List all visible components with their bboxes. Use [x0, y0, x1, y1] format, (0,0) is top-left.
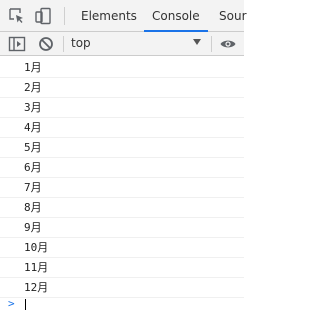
devtools-tab-bar: Elements Console Sour: [0, 0, 247, 32]
console-prompt[interactable]: >: [0, 297, 244, 310]
chevron-down-icon[interactable]: [193, 39, 201, 45]
console-input[interactable]: [22, 297, 232, 310]
inspect-element-icon[interactable]: [8, 7, 26, 25]
tab-sources[interactable]: Sour: [219, 0, 247, 31]
console-log: 1月 2月 3月 4月 5月 6月 7月 8月 9月 10月 11月 12月: [0, 58, 244, 298]
log-message: 4月: [0, 118, 244, 138]
toolbar-separator: [211, 36, 212, 52]
log-message: 7月: [0, 178, 244, 198]
devtools-panel: Elements Console Sour top 1月 2月 3月 4月 5月…: [0, 0, 247, 310]
log-message: 9月: [0, 218, 244, 238]
live-expression-eye-icon[interactable]: [219, 35, 237, 53]
tab-elements[interactable]: Elements: [81, 0, 137, 31]
prompt-chevron-icon: >: [8, 297, 15, 310]
log-message: 12月: [0, 278, 244, 298]
device-toolbar-icon[interactable]: [34, 7, 52, 25]
log-message: 11月: [0, 258, 244, 278]
text-caret: [25, 299, 26, 310]
console-toolbar: top: [0, 32, 244, 56]
clear-console-icon[interactable]: [37, 35, 55, 53]
log-message: 3月: [0, 98, 244, 118]
log-message: 6月: [0, 158, 244, 178]
log-message: 5月: [0, 138, 244, 158]
console-sidebar-icon[interactable]: [8, 35, 26, 53]
context-selector[interactable]: top: [71, 32, 207, 55]
log-message: 8月: [0, 198, 244, 218]
tab-console[interactable]: Console: [144, 0, 208, 32]
log-message: 1月: [0, 58, 244, 78]
toolbar-separator: [63, 36, 64, 52]
tab-separator: [64, 7, 65, 25]
log-message: 10月: [0, 238, 244, 258]
log-message: 2月: [0, 78, 244, 98]
